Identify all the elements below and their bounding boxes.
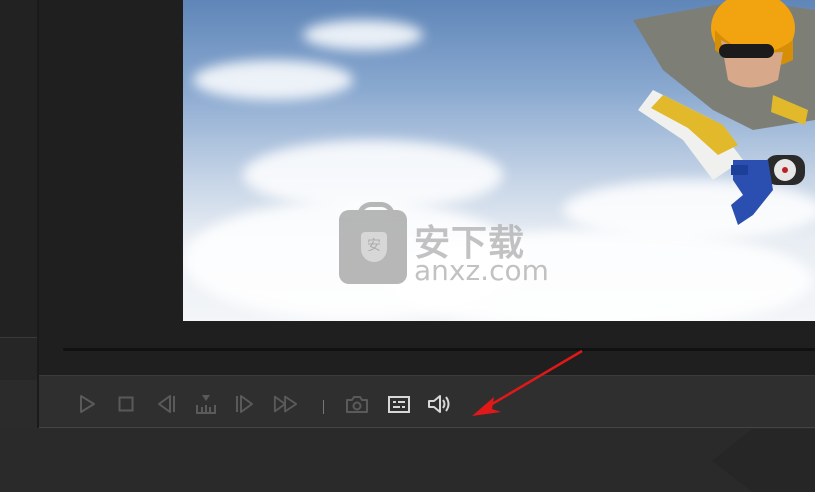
fast-forward-icon xyxy=(273,395,298,413)
watermark: 安 安下载 anxz.com xyxy=(339,202,559,290)
bottom-panel xyxy=(0,429,815,492)
next-frame-button[interactable] xyxy=(232,392,258,416)
subtitles-button[interactable] xyxy=(386,392,412,416)
shield-icon: 安 xyxy=(361,232,387,262)
speaker-icon xyxy=(428,395,450,413)
camera-icon xyxy=(346,396,368,413)
video-player: 安 安下载 anxz.com xyxy=(39,0,815,375)
markers-button[interactable] xyxy=(193,392,219,416)
stop-button[interactable] xyxy=(113,392,139,416)
fast-forward-button[interactable] xyxy=(273,392,299,416)
step-forward-icon xyxy=(236,395,253,413)
left-panel xyxy=(0,0,37,380)
watermark-bag-icon: 安 xyxy=(339,202,407,284)
left-panel-inner xyxy=(0,0,37,338)
step-back-icon xyxy=(158,395,175,413)
marker-ruler-icon xyxy=(196,395,216,414)
play-icon xyxy=(80,395,95,413)
stop-icon xyxy=(118,396,134,412)
watermark-en-text: anxz.com xyxy=(414,254,549,287)
toolbar-separator xyxy=(323,400,324,414)
previous-frame-button[interactable] xyxy=(153,392,179,416)
subtitles-icon xyxy=(388,396,410,413)
skydiver-figure xyxy=(633,0,815,225)
timeline-slider[interactable] xyxy=(63,348,815,351)
snapshot-button[interactable] xyxy=(344,392,370,416)
control-bar xyxy=(39,375,815,428)
app-window: 安 安下载 anxz.com xyxy=(0,0,815,492)
play-button[interactable] xyxy=(74,392,100,416)
volume-button[interactable] xyxy=(427,392,453,416)
